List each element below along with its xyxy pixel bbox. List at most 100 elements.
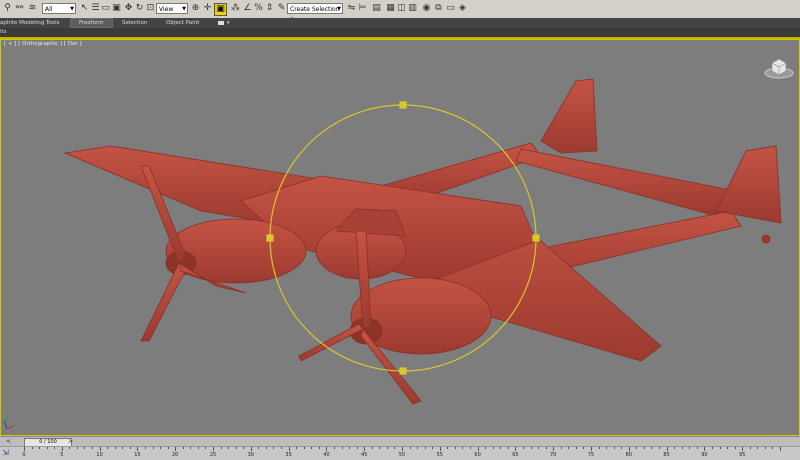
track-tick [598, 447, 600, 449]
track-tick [99, 447, 101, 451]
edit-named-selection-icon[interactable]: ✎ [276, 3, 287, 14]
unlink-icon[interactable]: ⚯ [14, 3, 25, 14]
track-tick [432, 447, 434, 449]
scale-icon[interactable]: ⊡ [145, 3, 156, 14]
track-tick [61, 447, 63, 451]
track-tick [613, 447, 615, 449]
track-tick [696, 447, 698, 449]
track-tick-label: 95 [739, 452, 746, 458]
material-editor-icon[interactable]: ◉ [421, 3, 432, 14]
track-tick-label: 80 [625, 452, 632, 458]
track-tick [522, 447, 524, 449]
track-tick-label: 40 [323, 452, 330, 458]
render-setup-icon[interactable]: ⧉ [433, 3, 444, 14]
pivot-center-icon[interactable]: ⊕ [190, 3, 201, 14]
viewcube-icon[interactable] [763, 55, 795, 79]
gizmo-handle-left[interactable] [266, 234, 274, 242]
track-tick [318, 447, 320, 449]
gizmo-handle-top[interactable] [399, 101, 407, 109]
track-tick-label: 10 [96, 452, 103, 458]
named-selection-sets-dropdown[interactable]: Create Selection Se▼ [287, 3, 343, 24]
track-tick [220, 447, 222, 449]
tab-selection[interactable]: Selection [122, 18, 147, 28]
rotate-icon[interactable]: ↻ [134, 3, 145, 14]
track-tick [273, 447, 275, 449]
layer-manager-icon[interactable]: ▤ [371, 3, 382, 14]
track-tick [144, 447, 146, 449]
track-tick [636, 447, 638, 449]
track-tick [129, 447, 131, 449]
track-tick [704, 447, 706, 451]
track-tick [727, 447, 729, 449]
track-tick [477, 447, 479, 451]
rect-selection-icon[interactable]: ▭ [100, 3, 111, 14]
render-production-icon[interactable]: ◈ [457, 3, 468, 14]
rendered-frame-icon[interactable]: ▭ [445, 3, 456, 14]
ribbon-minimize-icon[interactable] [218, 21, 224, 25]
track-tick [462, 447, 464, 449]
link-icon[interactable]: ⚲ [2, 3, 13, 14]
spinner-snap-icon[interactable]: ⇕ [264, 3, 275, 14]
mirror-icon[interactable]: ⇋ [346, 3, 357, 14]
ribbon-title: aphite Modeling Tools [0, 20, 60, 26]
angle-snap-icon[interactable]: ∠ [242, 3, 253, 14]
ribbon-panel-strip: lts [0, 28, 800, 39]
curve-editor-icon[interactable]: ◫ [396, 3, 407, 14]
track-tick-label: 35 [285, 452, 292, 458]
selection-filter-dropdown[interactable]: All ▼ [42, 3, 76, 14]
track-tick [780, 447, 781, 451]
track-tick [349, 447, 351, 449]
track-tick [364, 447, 366, 451]
time-next-icon[interactable]: > [68, 438, 73, 445]
reference-coordinate-dropdown[interactable]: View ▼ [156, 3, 188, 14]
track-tick [628, 447, 630, 451]
select-object-icon[interactable]: ↖ [79, 3, 90, 14]
track-tick [92, 447, 94, 449]
track-tick [719, 447, 721, 449]
bind-spacewarp-icon[interactable]: ≋ [27, 3, 38, 14]
track-tick [258, 447, 260, 449]
track-tick [69, 447, 71, 449]
tab-object-paint[interactable]: Object Paint [166, 18, 199, 28]
track-tick [24, 447, 25, 451]
ribbon-options-chevron-icon[interactable]: ▾ [227, 18, 230, 28]
track-tick [326, 447, 328, 451]
aircraft-model[interactable] [63, 78, 782, 405]
track-tick [674, 447, 676, 449]
percent-snap-icon[interactable]: % [253, 3, 264, 14]
track-tick [439, 447, 441, 451]
tab-freeform[interactable]: Freeform [70, 18, 113, 28]
track-tick-label: 25 [209, 452, 217, 458]
keyboard-shortcut-override-icon[interactable]: ▣ [214, 3, 227, 16]
track-tick [160, 447, 162, 449]
track-bar[interactable]: ⇲ 0 5 10 15 20 25 30 35 40 45 50 55 60 65 70 75 80 85 90 95 [0, 446, 800, 460]
move-icon[interactable]: ✥ [123, 3, 134, 14]
track-tick [250, 447, 252, 451]
align-icon[interactable]: ⊨ [357, 3, 368, 14]
snap-toggle-icon[interactable]: ⁂ [230, 3, 241, 14]
track-tick-label: 50 [398, 452, 406, 458]
track-tick [545, 447, 547, 449]
window-crossing-icon[interactable]: ▣ [111, 3, 122, 14]
track-tick [553, 447, 555, 451]
track-tick [167, 447, 169, 449]
track-tick-label: 0 [22, 452, 26, 458]
track-tick [409, 447, 411, 449]
key-filter-icon[interactable]: ⇲ [2, 448, 9, 457]
track-tick [591, 447, 592, 451]
track-tick [417, 447, 419, 449]
perspective-viewport[interactable]: [ + ] [ Orthographic ] [ Dar ] [0, 39, 800, 436]
track-tick [46, 447, 48, 449]
track-tick-label: 30 [247, 452, 254, 458]
track-tick [621, 447, 623, 449]
manipulate-icon[interactable]: ✛ [202, 3, 213, 14]
toggle-ribbon-icon[interactable]: ▦ [385, 3, 396, 14]
schematic-view-icon[interactable]: ▥ [407, 3, 418, 14]
track-tick [235, 447, 237, 449]
track-tick-label: 65 [512, 452, 519, 458]
chevron-down-icon: ▼ [182, 6, 186, 12]
gizmo-handle-bottom[interactable] [399, 367, 407, 375]
track-tick [182, 447, 184, 449]
time-prev-icon[interactable]: < [6, 438, 11, 445]
gizmo-handle-right[interactable] [532, 234, 540, 242]
